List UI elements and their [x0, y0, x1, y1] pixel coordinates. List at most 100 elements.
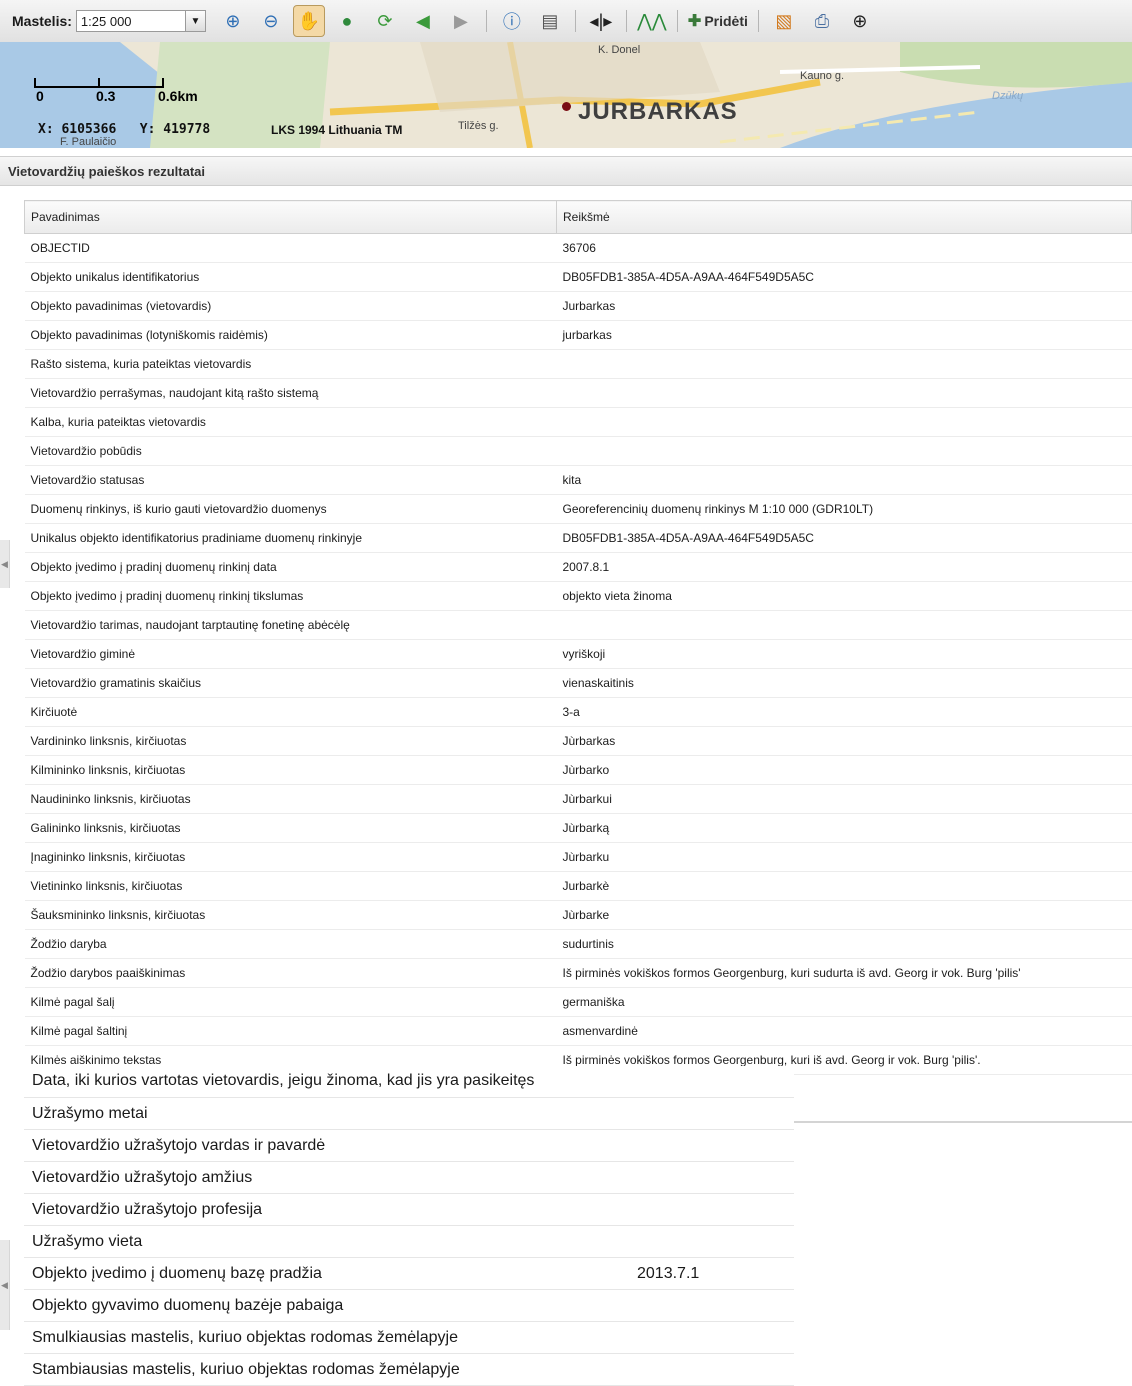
attribute-name: Įnagininko linksnis, kirčiuotas — [24, 842, 557, 872]
table-row[interactable]: Unikalus objekto identifikatorius pradin… — [24, 523, 1132, 553]
scale-select[interactable]: 1:25 000 — [75, 10, 186, 32]
table-row[interactable]: Objekto įvedimo į pradinį duomenų rinkin… — [24, 581, 1132, 611]
attribute-name: Stambiausias mastelis, kuriuo objektas r… — [32, 1361, 460, 1378]
table-row[interactable]: Žodžio daryba sudurtinis — [24, 929, 1132, 959]
attribute-name: Užrašymo vieta — [32, 1233, 143, 1250]
table-row[interactable]: Žodžio darybos paaiškinimas Iš pirminės v… — [24, 958, 1132, 988]
back-arrow-icon[interactable]: ◀ — [407, 5, 439, 37]
attribute-name: Vietovardžio statusas — [24, 465, 557, 495]
table-row[interactable]: Kilmininko linksnis, kirčiuotas Jùrbarko — [24, 755, 1132, 785]
print-map-icon[interactable]: ⎙ — [806, 5, 838, 37]
coord-y-label: Y: — [139, 122, 156, 137]
split-view-icon[interactable]: ◂|▸ — [585, 5, 617, 37]
attributes-overlay-list: Data, iki kurios vartotas vietovardis, j… — [24, 1066, 794, 1386]
attribute-name: Kilmė pagal šaltinį — [24, 1016, 557, 1046]
attribute-name: Objekto gyvavimo duomenų bazėje pabaiga — [32, 1297, 344, 1314]
attribute-name: Galininko linksnis, kirčiuotas — [24, 813, 557, 843]
attribute-value: DB05FDB1-385A-4D5A-A9AA-464F549D5A5C — [556, 523, 1132, 553]
toolbar-separator — [676, 10, 678, 32]
table-row[interactable]: Vietovardžio perrašymas, naudojant kitą … — [24, 378, 1132, 408]
forward-arrow-icon[interactable]: ▶ — [445, 5, 477, 37]
add-button[interactable]: ✚ Pridėti — [688, 11, 748, 31]
attribute-name: Užrašymo metai — [32, 1105, 148, 1122]
attribute-name: Objekto unikalus identifikatorius — [24, 262, 557, 292]
map-view[interactable]: K. Donel Kauno g. Dzūkų Tilžės g. F. Pau… — [0, 42, 1132, 148]
list-item[interactable]: Stambiausias mastelis, kuriuo objektas r… — [24, 1354, 794, 1386]
table-row[interactable]: Kirčiuotė 3-a — [24, 697, 1132, 727]
pan-hand-icon[interactable]: ✋ — [292, 5, 325, 37]
table-row[interactable]: Kilmė pagal šalį germaniška — [24, 987, 1132, 1017]
table-row[interactable]: Kalba, kuria pateiktas vietovardis — [24, 407, 1132, 437]
elevation-profile-icon[interactable]: ⋀⋀ — [636, 5, 668, 37]
list-item[interactable]: Data, iki kurios vartotas vietovardis, j… — [24, 1066, 794, 1098]
panel-collapse-handle[interactable]: ◀ — [0, 540, 10, 588]
list-item[interactable]: Smulkiausias mastelis, kuriuo objektas r… — [24, 1322, 794, 1354]
table-row[interactable]: Vietovardžio pobūdis — [24, 436, 1132, 466]
attribute-name: Vietovardžio užrašytojo vardas ir pavard… — [32, 1137, 326, 1154]
table-row[interactable]: Vietovardžio giminė vyriškoji — [24, 639, 1132, 669]
globe-icon[interactable]: ● — [331, 5, 363, 37]
table-row[interactable]: Šauksmininko linksnis, kirčiuotas Jùrbark… — [24, 900, 1132, 930]
town-label: JURBARKAS — [578, 98, 738, 125]
attribute-value: 36706 — [556, 233, 1132, 263]
list-item[interactable]: Užrašymo metai — [24, 1098, 794, 1130]
locate-target-icon[interactable]: ⊕ — [844, 5, 876, 37]
table-row[interactable]: Rašto sistema, kuria pateiktas vietovard… — [24, 349, 1132, 379]
scale-tick-label: 0 — [36, 88, 44, 104]
table-row[interactable]: Objekto pavadinimas (vietovardis) Jurbark… — [24, 291, 1132, 321]
attribute-name: Objekto pavadinimas (lotyniškomis raidėm… — [24, 320, 557, 350]
street-label: Tilžės g. — [458, 120, 499, 132]
attribute-name: Objekto pavadinimas (vietovardis) — [24, 291, 557, 321]
attribute-value: 2007.8.1 — [556, 552, 1132, 582]
attribute-value — [556, 378, 1132, 408]
table-row[interactable]: Objekto unikalus identifikatorius DB05FDB… — [24, 262, 1132, 292]
attribute-value: germaniška — [556, 987, 1132, 1017]
zoom-in-icon[interactable]: ⊕ — [217, 5, 249, 37]
attribute-name: Vietovardžio tarimas, naudojant tarptaut… — [24, 610, 557, 640]
attribute-name: Smulkiausias mastelis, kuriuo objektas r… — [32, 1329, 458, 1346]
add-icon: ✚ — [687, 13, 702, 30]
layers-icon[interactable]: ▧ — [768, 5, 800, 37]
column-header-name[interactable]: Pavadinimas — [24, 200, 557, 234]
table-row[interactable]: OBJECTID 36706 — [24, 233, 1132, 263]
table-row[interactable]: Vietovardžio gramatinis skaičius vienaska… — [24, 668, 1132, 698]
scale-dropdown-button[interactable]: ▼ — [185, 10, 206, 32]
attribute-name: Naudininko linksnis, kirčiuotas — [24, 784, 557, 814]
attribute-value — [556, 407, 1132, 437]
attribute-value: Jùrbarkui — [556, 784, 1132, 814]
table-row[interactable]: Vardininko linksnis, kirčiuotas Jùrbarkas — [24, 726, 1132, 756]
attribute-value — [556, 436, 1132, 466]
table-row[interactable]: Vietovardžio tarimas, naudojant tarptaut… — [24, 610, 1132, 640]
attribute-value: Iš pirminės vokiškos formos Georgenburg,… — [556, 958, 1132, 988]
list-item[interactable]: Vietovardžio užrašytojo profesija — [24, 1194, 794, 1226]
print-icon[interactable]: ▤ — [534, 5, 566, 37]
attribute-name: Objekto įvedimo į duomenų bazę pradžia — [32, 1265, 322, 1282]
table-row[interactable]: Kilmė pagal šaltinį asmenvardinė — [24, 1016, 1132, 1046]
table-row[interactable]: Vietovardžio statusas kita — [24, 465, 1132, 495]
coordinate-readout: X: 6105366 Y: 419778 — [38, 122, 210, 137]
attribute-name: Šauksmininko linksnis, kirčiuotas — [24, 900, 557, 930]
list-item[interactable]: Vietovardžio užrašytojo amžius — [24, 1162, 794, 1194]
zoom-out-icon[interactable]: ⊖ — [255, 5, 287, 37]
table-row[interactable]: Objekto įvedimo į pradinį duomenų rinkin… — [24, 552, 1132, 582]
panel-collapse-handle[interactable]: ◀ — [0, 1240, 10, 1330]
scale-tick-label: 0.3 — [96, 88, 116, 104]
column-header-value[interactable]: Reikšmė — [556, 200, 1132, 234]
table-row[interactable]: Naudininko linksnis, kirčiuotas Jùrbarkui — [24, 784, 1132, 814]
table-row[interactable]: Duomenų rinkinys, iš kurio gauti vietova… — [24, 494, 1132, 524]
list-item[interactable]: Objekto gyvavimo duomenų bazėje pabaiga — [24, 1290, 794, 1322]
list-item[interactable]: Užrašymo vieta — [24, 1226, 794, 1258]
attribute-value: objekto vieta žinoma — [556, 581, 1132, 611]
add-button-label: Pridėti — [704, 13, 748, 29]
table-row[interactable]: Objekto pavadinimas (lotyniškomis raidėm… — [24, 320, 1132, 350]
toolbar-separator — [625, 10, 627, 32]
table-row[interactable]: Įnagininko linksnis, kirčiuotas Jùrbarku — [24, 842, 1132, 872]
attribute-value — [556, 610, 1132, 640]
refresh-icon[interactable]: ⟳ — [369, 5, 401, 37]
table-row[interactable]: Vietininko linksnis, kirčiuotas Jurbarkè — [24, 871, 1132, 901]
attribute-value: Jùrbarkas — [556, 726, 1132, 756]
table-row[interactable]: Galininko linksnis, kirčiuotas Jùrbarką — [24, 813, 1132, 843]
list-item[interactable]: Objekto įvedimo į duomenų bazę pradžia 20… — [24, 1258, 794, 1290]
info-icon[interactable]: ⓘ — [496, 5, 528, 37]
list-item[interactable]: Vietovardžio užrašytojo vardas ir pavard… — [24, 1130, 794, 1162]
